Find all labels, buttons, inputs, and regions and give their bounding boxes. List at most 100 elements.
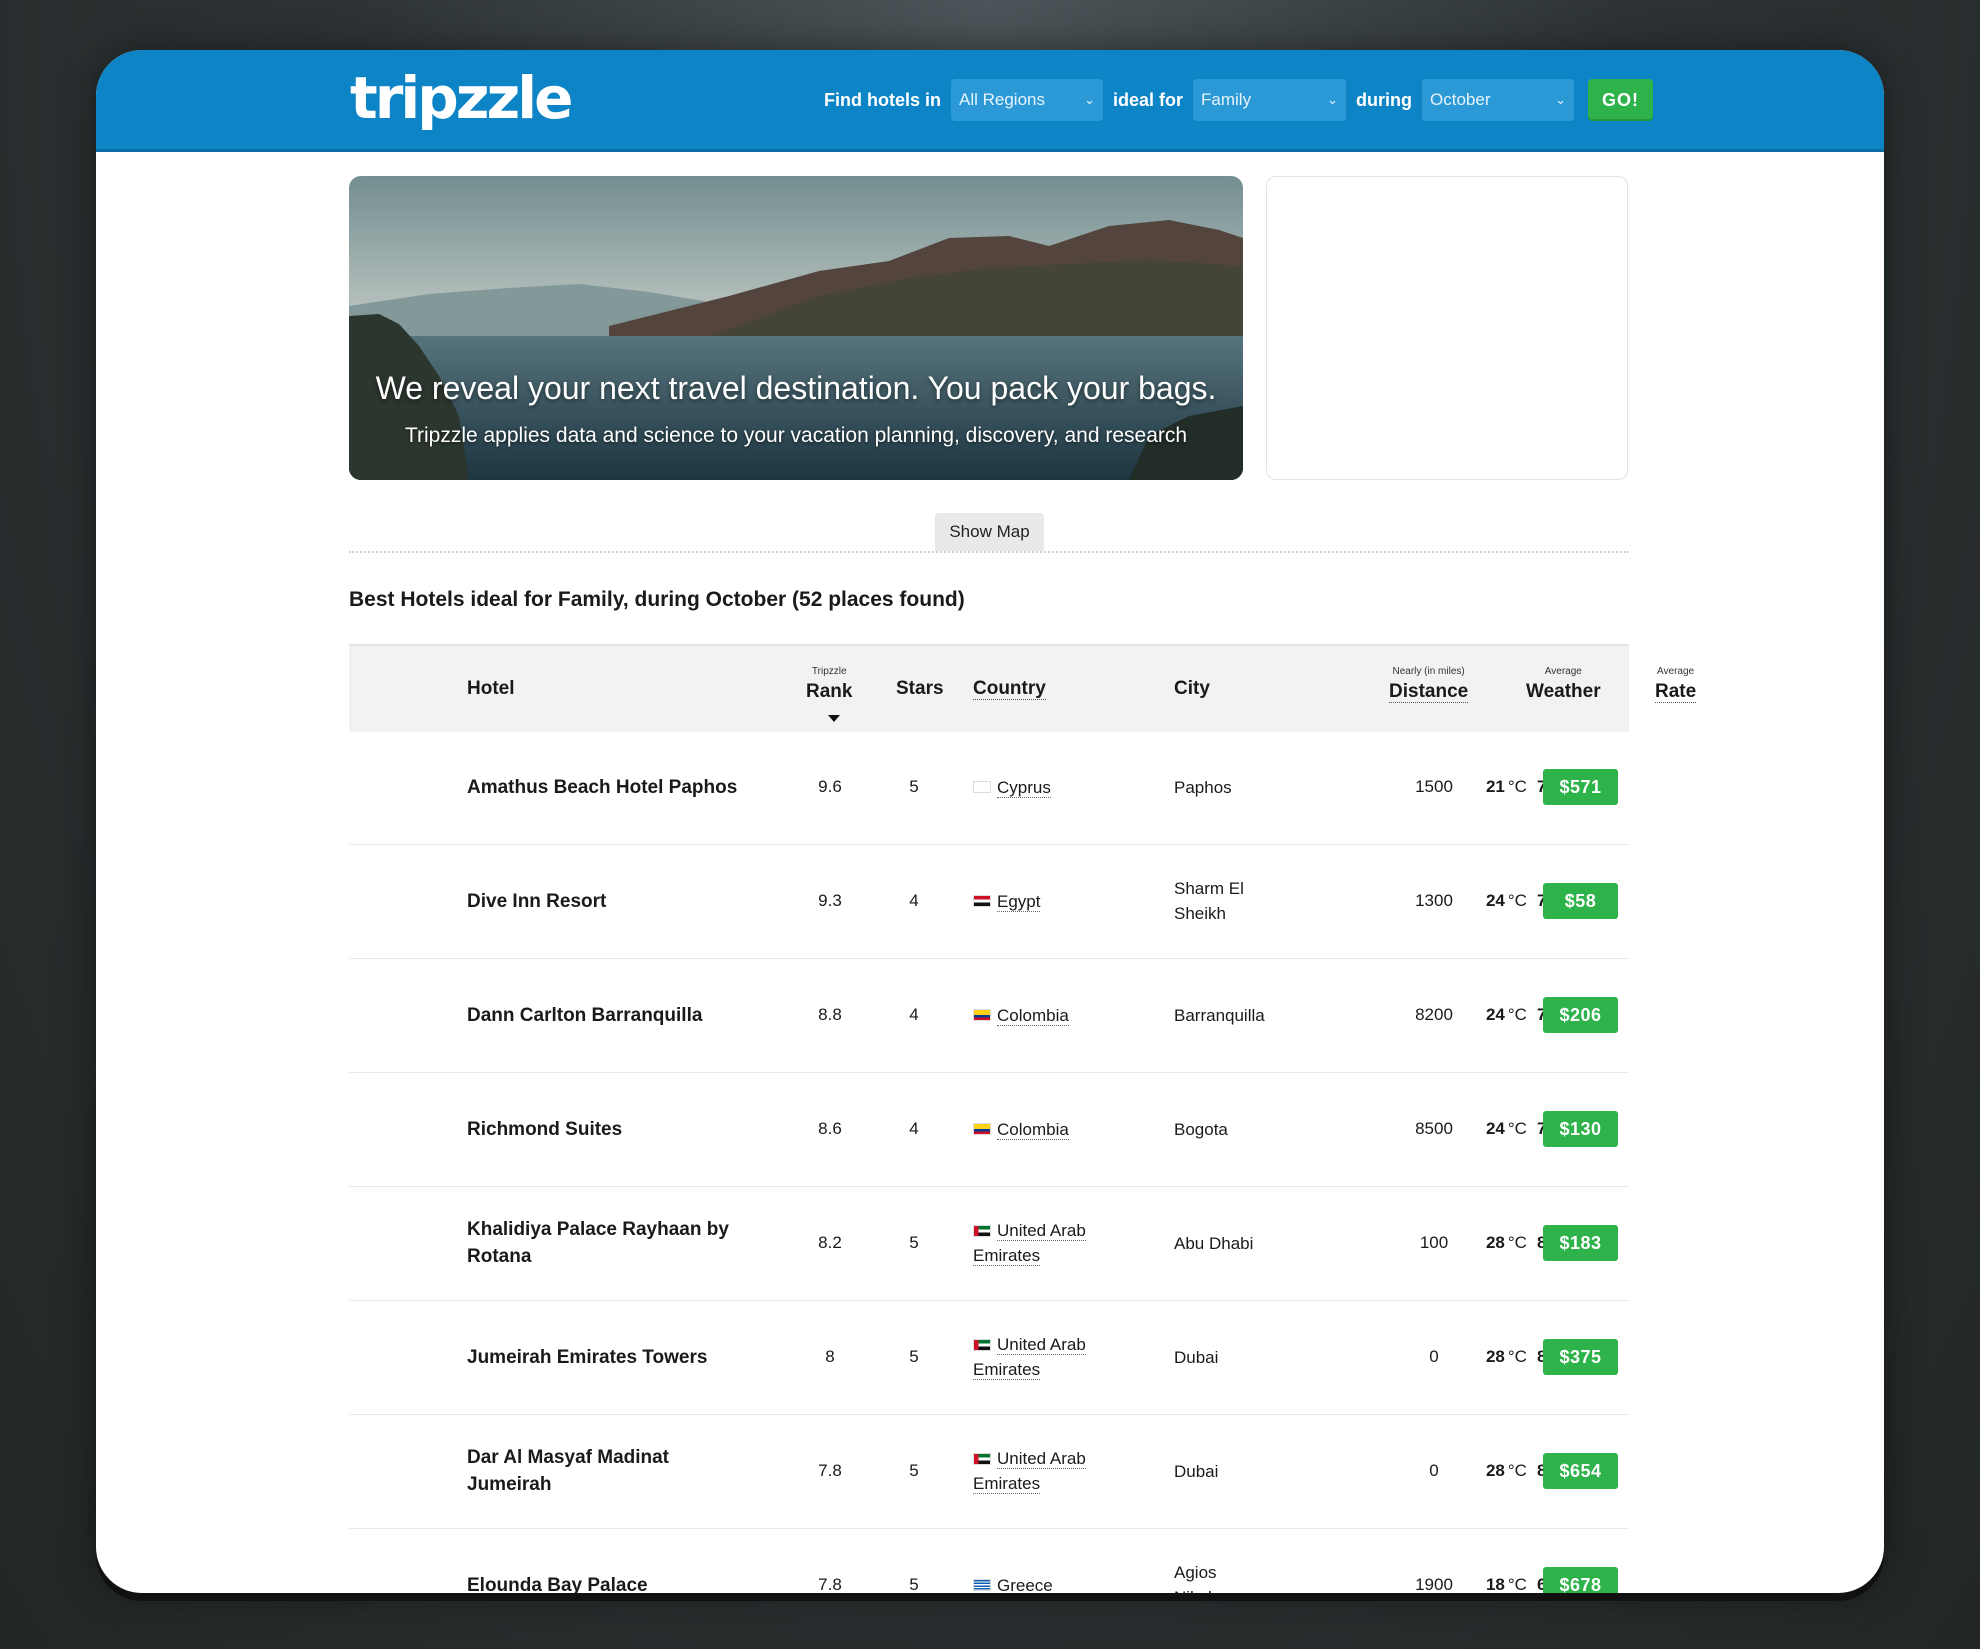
hotel-name[interactable]: Richmond Suites — [467, 1072, 757, 1186]
audience-select-value: Family — [1201, 90, 1252, 109]
temp-celsius: 18 — [1485, 1575, 1505, 1593]
section-divider — [349, 551, 1629, 553]
rate-button[interactable]: $58 — [1543, 883, 1618, 919]
distance-value: 0 — [1429, 1461, 1439, 1480]
during-label: during — [1356, 89, 1413, 110]
distance-value: 1900 — [1415, 1575, 1453, 1593]
rate-button[interactable]: $375 — [1543, 1339, 1618, 1375]
month-select[interactable]: October ⌄ — [1422, 79, 1575, 121]
celsius-unit: °C — [1507, 891, 1527, 910]
results-table-header: Hotel Tripzzle Rank Stars Country City N… — [349, 644, 1697, 732]
country-cell[interactable]: Colombia — [973, 958, 1113, 1072]
rate-button[interactable]: $678 — [1543, 1567, 1618, 1593]
hotel-name[interactable]: Khalidiya Palace Rayhaan by Rotana — [467, 1186, 757, 1300]
celsius-unit: °C — [1507, 1119, 1527, 1138]
distance-value: 0 — [1429, 1347, 1439, 1366]
hotel-name[interactable]: Dive Inn Resort — [467, 844, 757, 958]
temp-celsius: 24 — [1485, 1005, 1505, 1024]
stars-value: 5 — [909, 1233, 919, 1252]
stars-value: 5 — [909, 1575, 919, 1593]
celsius-unit: °C — [1507, 1461, 1527, 1480]
temp-celsius: 21 — [1485, 777, 1505, 796]
distance-value: 1500 — [1415, 777, 1453, 796]
country-label: Country — [973, 678, 1046, 700]
uae-flag-icon — [973, 1224, 991, 1237]
temp-celsius: 24 — [1485, 891, 1505, 910]
country-name: Greece — [997, 1575, 1053, 1593]
column-header-rank[interactable]: Tripzzle Rank — [806, 666, 852, 703]
hero-subtitle: Tripzzle applies data and science to you… — [404, 424, 1188, 447]
hotel-name[interactable]: Jumeirah Emirates Towers — [467, 1300, 757, 1414]
stars-value: 4 — [909, 1005, 919, 1024]
chevron-down-icon: ⌄ — [1327, 92, 1339, 107]
rank-value: 9.3 — [818, 891, 842, 910]
show-map-button[interactable]: Show Map — [935, 513, 1044, 551]
ideal-for-label: ideal for — [1113, 89, 1184, 110]
country-cell[interactable]: United Arab Emirates — [973, 1300, 1113, 1414]
table-row[interactable]: Khalidiya Palace Rayhaan by Rotana 8.2 5 Un… — [349, 1186, 1629, 1301]
column-header-weather: Average Weather — [1526, 666, 1601, 703]
temp-celsius: 28 — [1485, 1461, 1505, 1480]
table-row[interactable]: Dive Inn Resort 9.3 4 Egypt Sharm El Sheikh 1… — [349, 844, 1629, 959]
stars-value: 5 — [909, 1347, 919, 1366]
go-button[interactable]: GO! — [1588, 79, 1654, 121]
rate-label: Rate — [1655, 681, 1697, 703]
rate-button[interactable]: $206 — [1543, 997, 1618, 1033]
country-cell[interactable]: United Arab Emirates — [973, 1186, 1113, 1300]
country-cell[interactable]: Egypt — [973, 844, 1113, 958]
table-row[interactable]: Jumeirah Emirates Towers 8 5 United Arab Em… — [349, 1300, 1629, 1415]
distance-value: 100 — [1419, 1233, 1449, 1252]
table-row[interactable]: Dann Carlton Barranquilla 8.8 4 Colombia Bar… — [349, 958, 1629, 1073]
stars-value: 4 — [909, 1119, 919, 1138]
table-row[interactable]: Dar Al Masyaf Madinat Jumeirah 7.8 5 United… — [349, 1414, 1629, 1529]
table-row[interactable]: Elounda Bay Palace 7.8 5 Greece Agios Nikola… — [349, 1528, 1629, 1593]
city-value: Dubai — [1174, 1347, 1219, 1367]
column-header-country[interactable]: Country — [973, 678, 1046, 700]
table-row[interactable]: Richmond Suites 8.6 4 Colombia Bogota 8500 24 °… — [349, 1072, 1629, 1187]
city-value: Sharm El Sheikh — [1174, 879, 1244, 923]
rank-value: 8.8 — [818, 1005, 842, 1024]
audience-select[interactable]: Family ⌄ — [1193, 79, 1347, 121]
city-value: Bogota — [1174, 1119, 1228, 1139]
rate-button[interactable]: $183 — [1543, 1225, 1618, 1261]
hotel-name[interactable]: Elounda Bay Palace — [467, 1528, 757, 1594]
distance-label: Distance — [1389, 681, 1469, 703]
hero-title: We reveal your next travel destination. … — [375, 370, 1217, 406]
region-select[interactable]: All Regions ⌄ — [951, 79, 1103, 121]
rate-caption: Average — [1657, 666, 1695, 677]
stars-value: 5 — [909, 1461, 919, 1480]
column-header-hotel: Hotel — [467, 678, 515, 699]
uae-flag-icon — [973, 1338, 991, 1351]
rate-button[interactable]: $571 — [1543, 769, 1618, 805]
colombia-flag-icon — [973, 1009, 991, 1022]
column-header-distance[interactable]: Nearly (in miles) Distance — [1389, 666, 1469, 703]
country-cell[interactable]: Greece — [973, 1528, 1113, 1593]
hero-banner: We reveal your next travel destination. … — [349, 176, 1243, 480]
celsius-unit: °C — [1507, 1005, 1527, 1024]
rank-label: Rank — [806, 681, 853, 702]
celsius-unit: °C — [1507, 1575, 1527, 1593]
table-row[interactable]: Amathus Beach Hotel Paphos 9.6 5 Cyprus Paph… — [349, 730, 1629, 845]
column-header-rate[interactable]: Average Rate — [1655, 666, 1697, 703]
distance-value: 8200 — [1415, 1005, 1453, 1024]
hotel-name[interactable]: Amathus Beach Hotel Paphos — [467, 730, 757, 844]
hotel-name[interactable]: Dar Al Masyaf Madinat Jumeirah — [467, 1414, 757, 1528]
rate-button[interactable]: $654 — [1543, 1453, 1618, 1489]
chevron-down-icon: ⌄ — [1555, 92, 1567, 107]
city-value: Barranquilla — [1174, 1005, 1265, 1025]
country-cell[interactable]: United Arab Emirates — [973, 1414, 1113, 1528]
celsius-unit: °C — [1507, 777, 1527, 796]
rank-value: 7.8 — [818, 1575, 842, 1593]
country-cell[interactable]: Colombia — [973, 1072, 1113, 1186]
city-value: Agios Nikolaos — [1174, 1563, 1239, 1593]
temp-celsius: 24 — [1485, 1119, 1505, 1138]
rate-button[interactable]: $130 — [1543, 1111, 1618, 1147]
country-cell[interactable]: Cyprus — [973, 730, 1113, 844]
country-name: Egypt — [997, 891, 1041, 912]
weather-label: Weather — [1526, 681, 1601, 702]
cyprus-flag-icon — [973, 781, 991, 794]
stars-value: 4 — [909, 891, 919, 910]
hotel-name[interactable]: Dann Carlton Barranquilla — [467, 958, 757, 1072]
tripzzle-logo[interactable]: tripzzle — [350, 64, 573, 132]
city-value: Dubai — [1174, 1461, 1219, 1481]
